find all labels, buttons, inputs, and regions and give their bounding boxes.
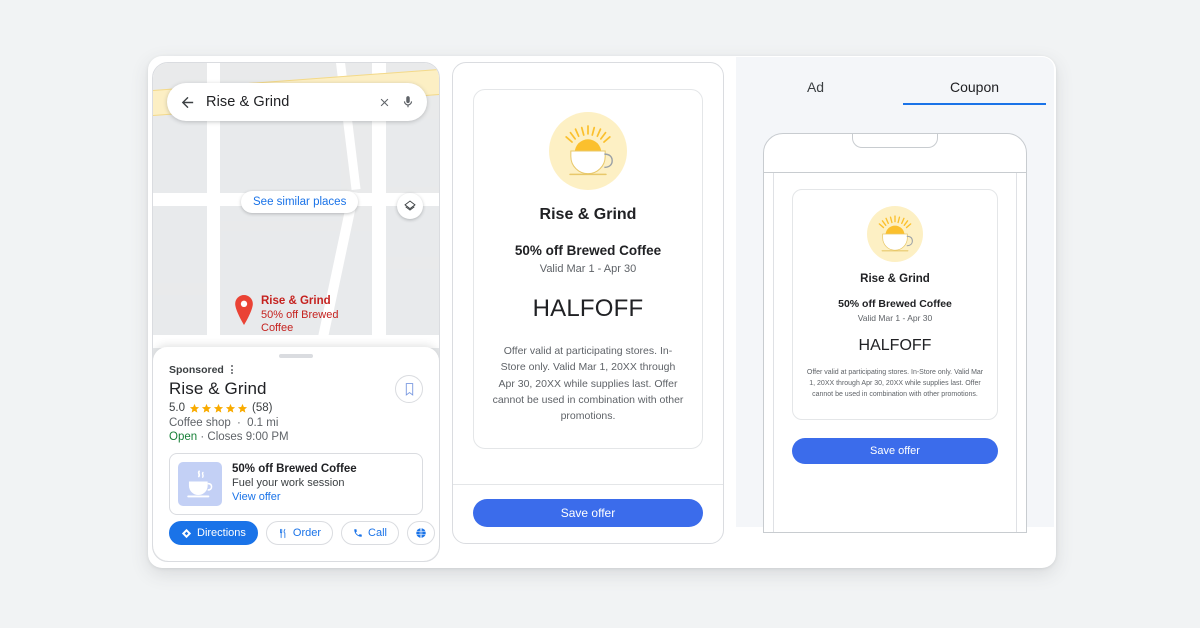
star-icon xyxy=(237,403,248,413)
back-arrow-icon[interactable] xyxy=(179,94,196,111)
star-icon xyxy=(213,403,224,413)
place-meta: Coffee shop · 0.1 mi xyxy=(169,417,423,429)
place-bottom-sheet: Sponsored Rise & Grind 5.0 (58) Coffee s… xyxy=(153,347,439,561)
map-block xyxy=(153,119,207,193)
coupon-card: Rise & Grind 50% off Brewed Coffee Valid… xyxy=(473,89,703,450)
cutlery-icon xyxy=(279,528,286,538)
phone-notch xyxy=(852,134,938,148)
poi-title: Rise & Grind xyxy=(261,295,331,307)
rating-row: 5.0 (58) xyxy=(169,402,423,414)
preview-offer-title: 50% off Brewed Coffee xyxy=(838,298,952,310)
close-icon[interactable] xyxy=(378,96,391,109)
coupon-footer: Save offer xyxy=(453,484,723,543)
coupon-validity: Valid Mar 1 - Apr 30 xyxy=(539,263,637,275)
sheet-drag-handle[interactable] xyxy=(279,354,313,358)
view-offer-link[interactable]: View offer xyxy=(232,491,357,503)
microphone-icon[interactable] xyxy=(401,95,415,109)
business-name: Rise & Grind xyxy=(169,379,267,398)
phone-mockup: Rise & Grind 50% off Brewed Coffee Valid… xyxy=(763,133,1027,533)
place-category: Coffee shop xyxy=(169,417,231,429)
closing-time: Closes 9:00 PM xyxy=(207,431,289,443)
preview-tabs: Ad Coupon xyxy=(736,57,1054,105)
offer-card[interactable]: 50% off Brewed Coffee Fuel your work ses… xyxy=(169,453,423,515)
map-poi-marker[interactable]: Rise & Grind 50% off Brewed Coffee xyxy=(233,295,349,335)
action-button-row: Directions Order Call xyxy=(169,521,435,545)
star-icon xyxy=(201,403,212,413)
phone-icon xyxy=(354,529,362,537)
review-count: (58) xyxy=(252,402,273,414)
offer-subtitle: Fuel your work session xyxy=(232,477,345,489)
coupon-code: HALFOFF xyxy=(532,295,644,322)
search-bar[interactable]: Rise & Grind xyxy=(167,83,427,121)
preview-coupon-code: HALFOFF xyxy=(858,337,932,354)
directions-label: Directions xyxy=(197,527,246,539)
preview-coupon-card: Rise & Grind 50% off Brewed Coffee Valid… xyxy=(792,189,998,420)
preview-save-offer-button[interactable]: Save offer xyxy=(792,437,998,464)
offer-title: 50% off Brewed Coffee xyxy=(232,463,357,475)
layers-icon[interactable] xyxy=(397,193,423,219)
map-pin-icon xyxy=(235,295,253,325)
globe-icon xyxy=(416,528,426,538)
place-hours: Open · Closes 9:00 PM xyxy=(169,431,423,443)
sunrise-coffee-logo xyxy=(805,206,985,262)
poi-subtitle: 50% off Brewed Coffee xyxy=(261,308,339,334)
coupon-terms: Offer valid at participating stores. In-… xyxy=(492,345,684,423)
preview-business-name: Rise & Grind xyxy=(860,273,930,285)
coupon-phone-panel: Rise & Grind 50% off Brewed Coffee Valid… xyxy=(452,62,724,544)
tab-coupon[interactable]: Coupon xyxy=(895,79,1054,105)
see-similar-places-chip[interactable]: See similar places xyxy=(241,191,359,213)
preview-validity: Valid Mar 1 - Apr 30 xyxy=(857,313,933,323)
website-button[interactable] xyxy=(406,521,435,545)
screenshot-root: Rise & Grind See similar places Rise & G… xyxy=(0,0,1200,628)
meta-separator: · xyxy=(237,417,241,429)
tab-ad[interactable]: Ad xyxy=(736,79,895,105)
coffee-cup-icon xyxy=(178,462,222,506)
preview-terms: Offer valid at participating stores. In-… xyxy=(806,369,984,399)
save-offer-button[interactable]: Save offer xyxy=(473,499,703,527)
sponsored-label: Sponsored xyxy=(169,363,224,376)
map-block xyxy=(153,205,207,283)
phone-screen: Rise & Grind 50% off Brewed Coffee Valid… xyxy=(773,173,1017,532)
map-block xyxy=(385,119,439,187)
directions-icon xyxy=(181,528,192,538)
place-distance: 0.1 mi xyxy=(247,417,279,429)
meta-separator: · xyxy=(200,431,205,443)
call-button[interactable]: Call xyxy=(341,521,399,545)
star-rating xyxy=(189,403,248,414)
star-icon xyxy=(189,403,200,413)
preview-panel: Ad Coupon Rise & Grind 50% off Brewed Co… xyxy=(736,57,1054,533)
kebab-menu-icon[interactable] xyxy=(228,363,236,376)
offer-card-text: 50% off Brewed Coffee Fuel your work ses… xyxy=(232,462,357,503)
order-button[interactable]: Order xyxy=(265,521,334,545)
rating-value: 5.0 xyxy=(169,402,185,414)
order-label: Order xyxy=(292,527,322,539)
coupon-offer-title: 50% off Brewed Coffee xyxy=(514,243,662,258)
bookmark-icon[interactable] xyxy=(395,375,423,403)
sponsored-row: Sponsored xyxy=(169,363,423,376)
call-label: Call xyxy=(368,527,387,539)
star-icon xyxy=(225,403,236,413)
coupon-business-name: Rise & Grind xyxy=(539,206,637,223)
map-poi-label: Rise & Grind 50% off Brewed Coffee xyxy=(261,295,349,335)
sunrise-coffee-logo xyxy=(488,112,688,190)
open-status: Open xyxy=(169,431,198,443)
search-input[interactable]: Rise & Grind xyxy=(206,94,368,110)
directions-button[interactable]: Directions xyxy=(169,521,258,545)
map-phone-panel: Rise & Grind See similar places Rise & G… xyxy=(152,62,440,562)
